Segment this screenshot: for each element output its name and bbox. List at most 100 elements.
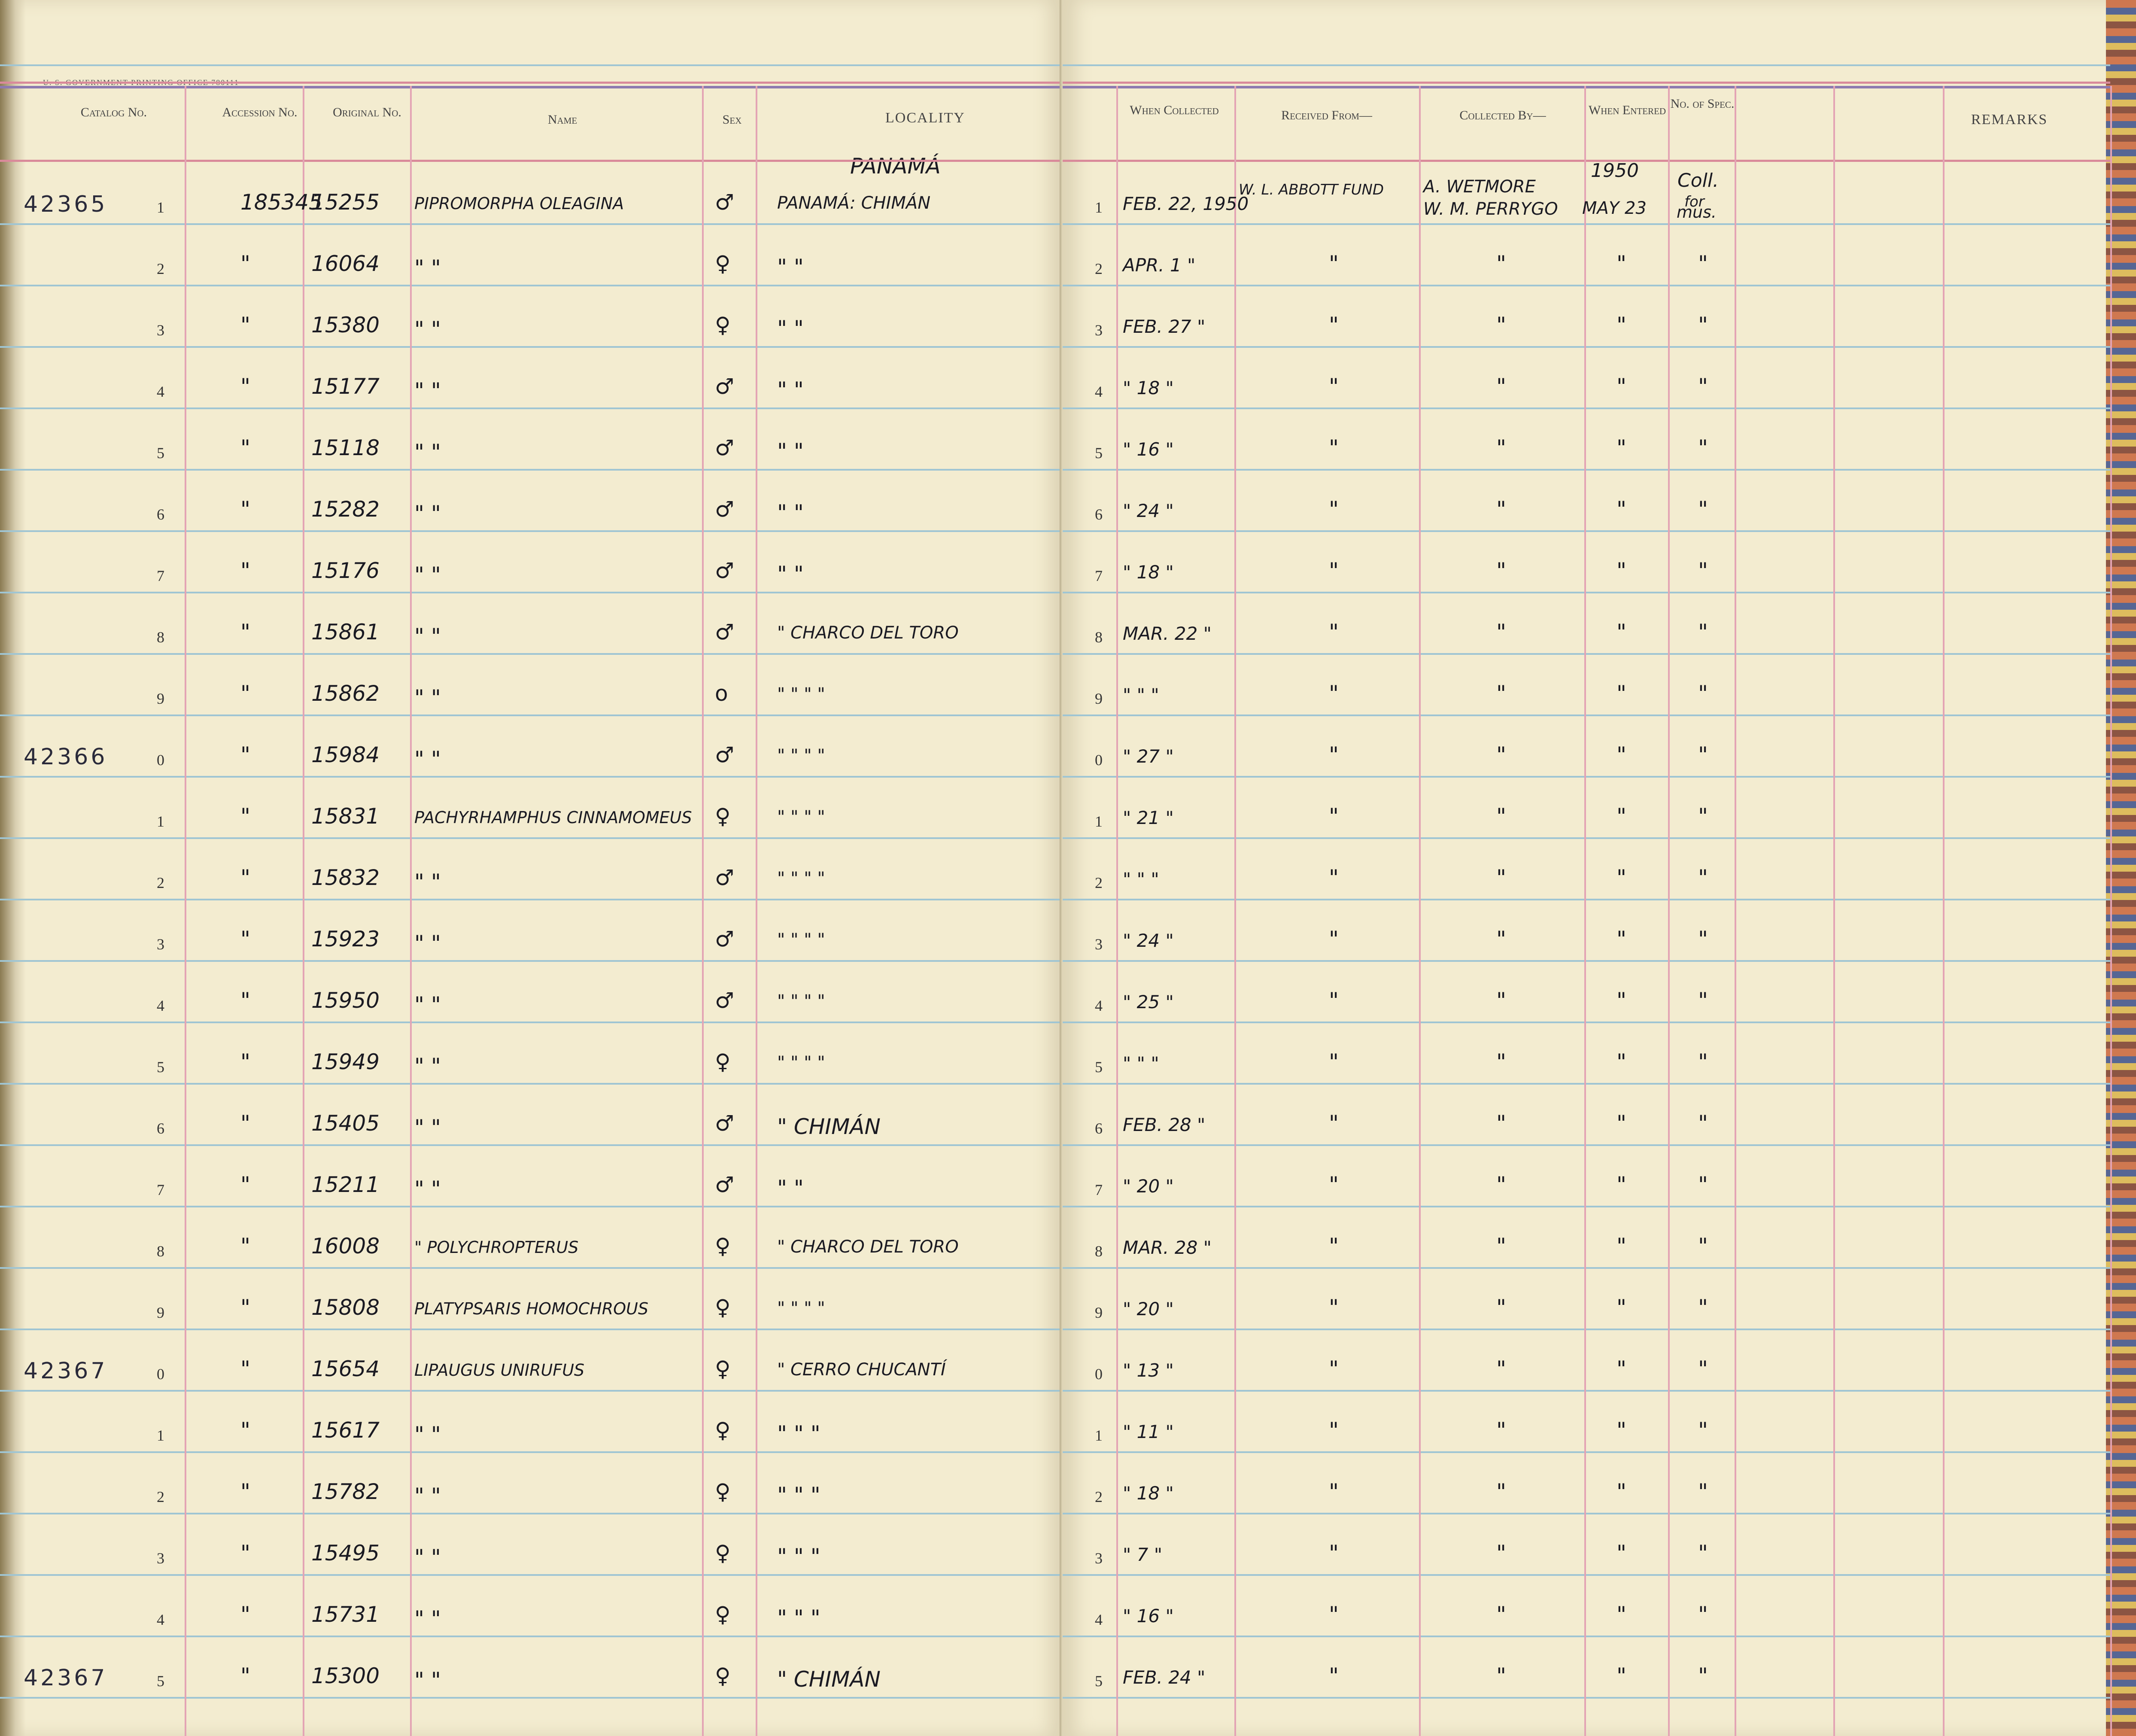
column-rule <box>1735 86 1736 1736</box>
row-digit-right: 3 <box>1095 936 1103 953</box>
received-from: " <box>1329 681 1339 706</box>
row-rule <box>1063 469 2110 471</box>
accession-number: " <box>240 1663 250 1688</box>
original-number: 15380 <box>311 313 380 337</box>
specimen-locality: " " " " <box>777 807 825 827</box>
row-digit: 0 <box>157 751 164 769</box>
collected-by: " <box>1496 1234 1506 1259</box>
specimen-name: PACHYRHAMPHUS CINNAMOMEUS <box>414 808 692 827</box>
specimen-locality: " " " " <box>777 930 825 950</box>
original-number: 15118 <box>311 435 380 460</box>
received-from: " <box>1329 927 1339 952</box>
specimen-locality: " " " " <box>777 869 825 888</box>
specimen-name: " " <box>414 1668 441 1693</box>
rule-top <box>0 64 1063 66</box>
specimen-name: " " <box>414 1115 441 1140</box>
accession-number: " <box>240 988 250 1013</box>
row-digit: 7 <box>157 567 164 584</box>
specimen-locality: " " <box>777 439 804 464</box>
row-digit-right: 7 <box>1095 567 1103 584</box>
row-digit: 1 <box>157 813 164 830</box>
received-from: " <box>1329 313 1339 337</box>
specimen-name: " " <box>414 255 441 280</box>
specimen-sex: ♀ <box>715 1479 731 1504</box>
row-digit: 0 <box>157 1365 164 1383</box>
accession-number: " <box>240 865 250 890</box>
row-rule <box>0 653 1063 655</box>
when-collected: " 20 " <box>1123 1176 1174 1197</box>
accession-number: " <box>240 251 250 276</box>
row-digit: 4 <box>157 1611 164 1628</box>
rule-top <box>1063 64 2110 66</box>
specimen-name: " " <box>414 747 441 772</box>
row-digit: 6 <box>157 1120 164 1137</box>
row-rule <box>0 285 1063 286</box>
when-collected: " 7 " <box>1123 1544 1163 1565</box>
when-entered: " <box>1616 1541 1626 1566</box>
when-collected: " 24 " <box>1123 500 1174 521</box>
specimen-sex: o <box>715 681 728 706</box>
accession-number: " <box>240 497 250 522</box>
accession-number: " <box>240 1356 250 1381</box>
no-of-specimens: " <box>1698 1295 1708 1320</box>
header-no-of-spec: No. of Spec. <box>1670 97 1735 111</box>
row-rule <box>0 1451 1063 1453</box>
when-collected: " 27 " <box>1123 746 1174 767</box>
accession-number: " <box>240 374 250 399</box>
specimen-locality: " " <box>777 377 804 402</box>
row-rule <box>1063 1206 2110 1207</box>
page-edge-shadow <box>0 0 26 1736</box>
received-from: " <box>1329 804 1339 829</box>
row-digit-right: 7 <box>1095 1181 1103 1198</box>
row-digit: 2 <box>157 874 164 891</box>
row-digit: 4 <box>157 383 164 400</box>
collected-by: " <box>1496 1418 1506 1443</box>
when-collected: FEB. 22, 1950 <box>1123 193 1249 214</box>
column-rule <box>185 86 186 1736</box>
no-of-specimens: " <box>1698 313 1708 337</box>
collected-by-second: W. M. PERRYGO <box>1423 199 1558 219</box>
received-from: " <box>1329 865 1339 890</box>
received-from: " <box>1329 1356 1339 1381</box>
no-of-specimens: " <box>1698 1111 1708 1136</box>
accession-number: " <box>240 681 250 706</box>
header-collected-by: Collected By— <box>1459 108 1546 122</box>
specimen-sex: ♀ <box>715 1663 731 1688</box>
specimen-locality: " CHARCO DEL TORO <box>777 623 959 643</box>
rule-header-red <box>0 82 1063 84</box>
specimen-name: " " <box>414 562 441 587</box>
accession-number: " <box>240 1541 250 1566</box>
spec-note-coll: Coll. <box>1677 170 1719 192</box>
no-of-specimens: " <box>1698 620 1708 645</box>
received-from: " <box>1329 374 1339 399</box>
no-of-specimens: " <box>1698 374 1708 399</box>
specimen-locality: " " " <box>777 1421 820 1446</box>
row-rule <box>1063 1144 2110 1146</box>
row-digit: 1 <box>157 199 164 216</box>
specimen-sex: ♂ <box>715 988 734 1013</box>
specimen-sex: ♂ <box>715 435 734 460</box>
when-entered: " <box>1616 804 1626 829</box>
collected-by: " <box>1496 558 1506 583</box>
received-from: " <box>1329 251 1339 276</box>
specimen-sex: ♂ <box>715 927 734 952</box>
when-entered: " <box>1616 1602 1626 1627</box>
column-rule <box>1116 86 1118 1736</box>
row-rule <box>1063 1267 2110 1269</box>
when-collected: " 11 " <box>1123 1421 1174 1442</box>
accession-number: " <box>240 804 250 829</box>
accession-number: " <box>240 313 250 337</box>
original-number: 15176 <box>311 558 380 583</box>
original-number: 15808 <box>311 1295 380 1320</box>
when-collected: " 20 " <box>1123 1298 1174 1319</box>
original-number: 15923 <box>311 927 380 952</box>
when-entered: " <box>1616 497 1626 522</box>
collected-by: " <box>1496 497 1506 522</box>
specimen-locality: " " " " <box>777 746 825 766</box>
specimen-name: " " <box>414 1484 441 1508</box>
row-rule <box>0 776 1063 778</box>
row-digit-right: 5 <box>1095 444 1103 462</box>
specimen-locality: " " " " <box>777 1053 825 1073</box>
accession-number: " <box>240 435 250 460</box>
received-from: " <box>1329 1111 1339 1136</box>
